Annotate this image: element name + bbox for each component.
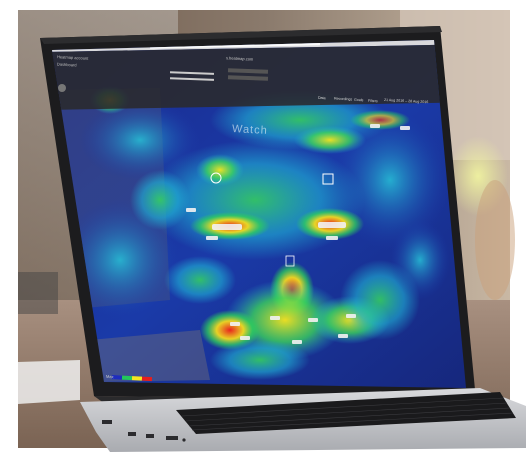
nav-goals[interactable]: Goals bbox=[354, 98, 364, 102]
laptop-screen bbox=[52, 40, 466, 388]
nav-filters[interactable]: Filters bbox=[368, 99, 378, 104]
paper-sheet bbox=[18, 360, 80, 404]
section-title: Dashboard bbox=[56, 61, 77, 68]
laptop-photo bbox=[0, 0, 526, 461]
heat-scale-label: Max bbox=[105, 373, 114, 380]
page-hero-title: Watch bbox=[231, 123, 269, 137]
nav-data[interactable]: Data bbox=[318, 96, 326, 100]
laptop-photo-scene: s.heatmap.com Heatmap account Dashboard … bbox=[0, 0, 526, 461]
